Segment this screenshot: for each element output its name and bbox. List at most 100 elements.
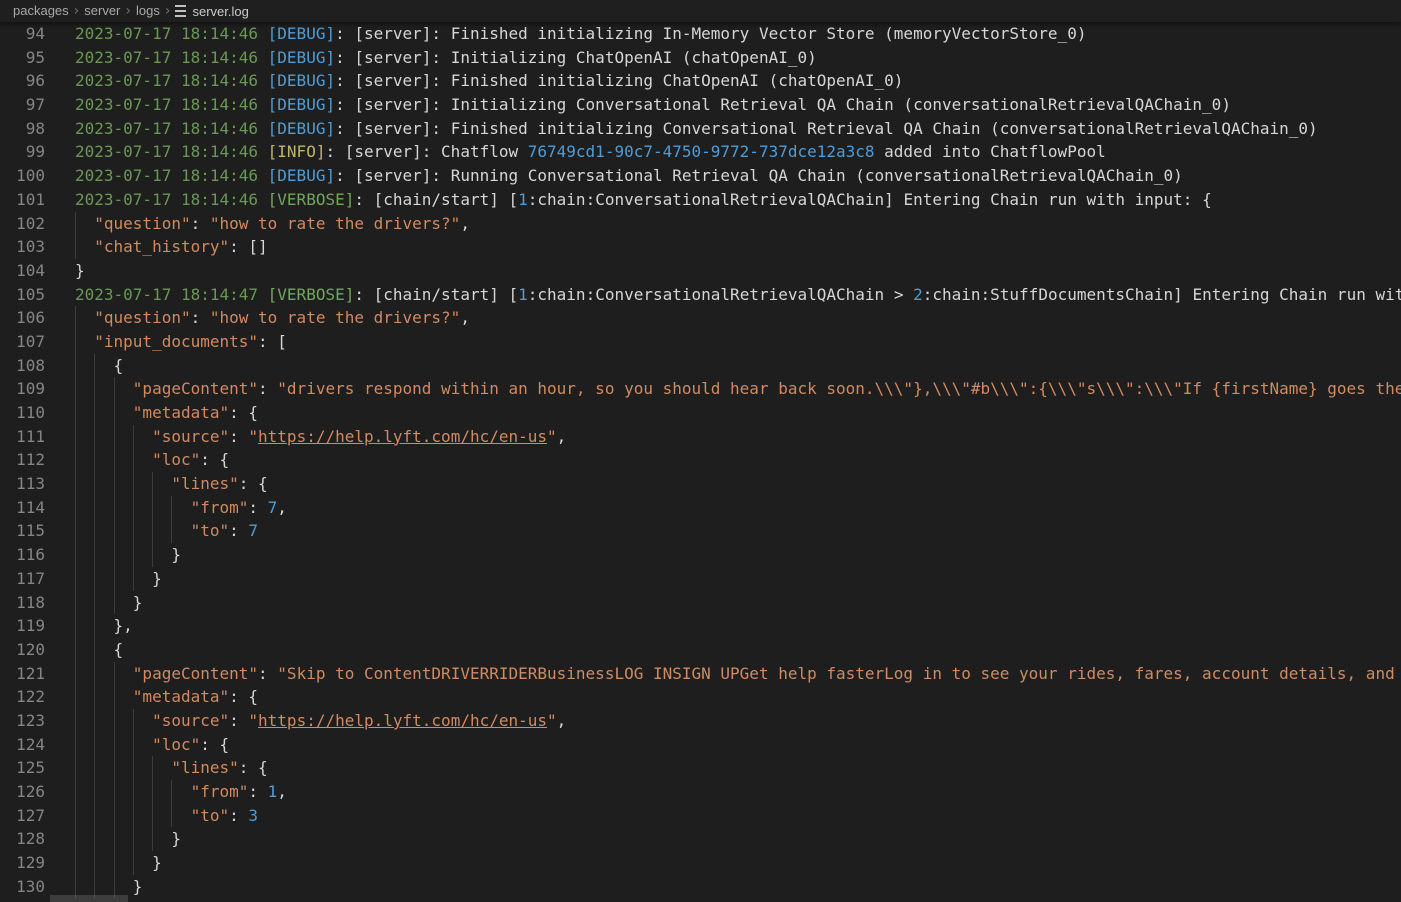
token-str: "chat_history" [75, 237, 229, 256]
line-content: 2023-07-17 18:14:46 [DEBUG]: [server]: F… [75, 117, 1318, 141]
token-str: "question" [75, 214, 191, 233]
token-num: 7 [268, 498, 278, 517]
log-line[interactable]: 107 "input_documents": [ [0, 330, 1401, 354]
log-line[interactable]: 115 "to": 7 [0, 519, 1401, 543]
log-line[interactable]: 962023-07-17 18:14:46 [DEBUG]: [server]:… [0, 69, 1401, 93]
log-line[interactable]: 113 "lines": { [0, 472, 1401, 496]
token-plain: : [server]: Finished initializing ChatOp… [335, 71, 903, 90]
log-line[interactable]: 119 }, [0, 614, 1401, 638]
breadcrumb-item-server[interactable]: server [84, 3, 120, 18]
log-line[interactable]: 1012023-07-17 18:14:46 [VERBOSE]: [chain… [0, 188, 1401, 212]
line-content: } [75, 259, 85, 283]
token-num: 1 [268, 782, 278, 801]
line-number: 123 [0, 709, 45, 733]
indent-guide [114, 567, 115, 591]
breadcrumb-folders: packages›server›logs› [13, 3, 175, 19]
token-plain: } [75, 261, 85, 280]
token-plain: : [229, 427, 248, 446]
indent-guide [114, 448, 115, 472]
line-number: 108 [0, 354, 45, 378]
log-line[interactable]: 125 "lines": { [0, 756, 1401, 780]
log-line[interactable]: 110 "metadata": { [0, 401, 1401, 425]
line-number: 103 [0, 235, 45, 259]
log-line[interactable]: 109 "pageContent": "drivers respond with… [0, 377, 1401, 401]
log-line[interactable]: 120 { [0, 638, 1401, 662]
indent-guide [75, 567, 76, 591]
breadcrumb-item-packages[interactable]: packages [13, 3, 69, 18]
breadcrumb-file[interactable]: server.log [175, 4, 248, 19]
line-number: 122 [0, 685, 45, 709]
token-str: " [248, 427, 258, 446]
log-line[interactable]: 123 "source": "https://help.lyft.com/hc/… [0, 709, 1401, 733]
line-content: "to": 7 [75, 519, 258, 543]
log-line[interactable]: 98 2023-07-17 18:14:46 [DEBUG]: [server]:… [0, 117, 1401, 141]
log-line[interactable]: 122 "metadata": { [0, 685, 1401, 709]
log-line[interactable]: 106 "question": "how to rate the drivers… [0, 306, 1401, 330]
log-line[interactable]: 942023-07-17 18:14:46 [DEBUG]: [server]:… [0, 22, 1401, 46]
horizontal-scrollbar-thumb[interactable] [50, 895, 128, 902]
indent-guide [152, 472, 153, 496]
line-content: "metadata": { [75, 401, 258, 425]
breadcrumb-item-logs[interactable]: logs [136, 3, 160, 18]
line-number: 126 [0, 780, 45, 804]
indent-guide [114, 804, 115, 828]
token-plain: added into ChatflowPool [875, 142, 1106, 161]
log-line[interactable]: 124 "loc": { [0, 733, 1401, 757]
token-plain: , [460, 214, 470, 233]
line-content: } [75, 827, 181, 851]
log-line[interactable]: 102 "question": "how to rate the drivers… [0, 212, 1401, 236]
indent-guide [133, 448, 134, 472]
token-str: "lines" [75, 758, 239, 777]
log-line[interactable]: 108 { [0, 354, 1401, 378]
log-line[interactable]: 972023-07-17 18:14:46 [DEBUG]: [server]:… [0, 93, 1401, 117]
log-editor[interactable]: 942023-07-17 18:14:46 [DEBUG]: [server]:… [0, 22, 1401, 902]
line-number: 100 [0, 164, 45, 188]
token-str: "input_documents" [75, 332, 258, 351]
token-str: "source" [75, 427, 229, 446]
indent-guide [133, 543, 134, 567]
log-line[interactable]: 104} [0, 259, 1401, 283]
link-url[interactable]: https://help.lyft.com/hc/en-us [258, 427, 547, 446]
log-line[interactable]: 128 } [0, 827, 1401, 851]
log-line[interactable]: 114 "from": 7, [0, 496, 1401, 520]
indent-guide [94, 425, 95, 449]
log-file-icon [175, 5, 186, 17]
token-str: " [248, 711, 258, 730]
log-line[interactable]: 126 "from": 1, [0, 780, 1401, 804]
breadcrumb-file-label: server.log [192, 4, 248, 19]
token-plain: : [229, 521, 248, 540]
log-line[interactable]: 130 } [0, 875, 1401, 899]
log-line[interactable]: 121 "pageContent": "Skip to ContentDRIVE… [0, 662, 1401, 686]
log-line[interactable]: 952023-07-17 18:14:46 [DEBUG]: [server]:… [0, 46, 1401, 70]
token-str: " [547, 427, 557, 446]
log-line[interactable]: 111 "source": "https://help.lyft.com/hc/… [0, 425, 1401, 449]
log-line[interactable]: 1002023-07-17 18:14:46 [DEBUG]: [server]… [0, 164, 1401, 188]
link-url[interactable]: https://help.lyft.com/hc/en-us [258, 711, 547, 730]
indent-guide [133, 709, 134, 733]
indent-guide [133, 567, 134, 591]
chevron-right-icon: › [74, 3, 80, 19]
line-number: 98 [0, 117, 45, 141]
log-line[interactable]: 118 } [0, 591, 1401, 615]
token-debug: [DEBUG] [268, 166, 335, 185]
token-num: 76749cd1-90c7-4750-9772-737dce12a3c8 [528, 142, 875, 161]
line-content: 2023-07-17 18:14:46 [DEBUG]: [server]: F… [75, 69, 903, 93]
log-line[interactable]: 103 "chat_history": [] [0, 235, 1401, 259]
indent-guide [114, 472, 115, 496]
token-time: 2023-07-17 18:14:46 [75, 24, 268, 43]
log-line[interactable]: 112 "loc": { [0, 448, 1401, 472]
token-plain: :chain:StuffDocumentsChain] Entering Cha… [923, 285, 1401, 304]
token-str: "lines" [75, 474, 239, 493]
log-line[interactable]: 127 "to": 3 [0, 804, 1401, 828]
token-plain: : [248, 782, 267, 801]
token-plain: { [75, 356, 123, 375]
line-content: }, [75, 614, 133, 638]
line-number: 111 [0, 425, 45, 449]
log-line[interactable]: 1052023-07-17 18:14:47 [VERBOSE]: [chain… [0, 283, 1401, 307]
indent-guide [133, 496, 134, 520]
token-debug: [DEBUG] [268, 95, 335, 114]
log-line[interactable]: 117 } [0, 567, 1401, 591]
log-line[interactable]: 129 } [0, 851, 1401, 875]
log-line[interactable]: 116 } [0, 543, 1401, 567]
log-line[interactable]: 992023-07-17 18:14:46 [INFO]: [server]: … [0, 140, 1401, 164]
